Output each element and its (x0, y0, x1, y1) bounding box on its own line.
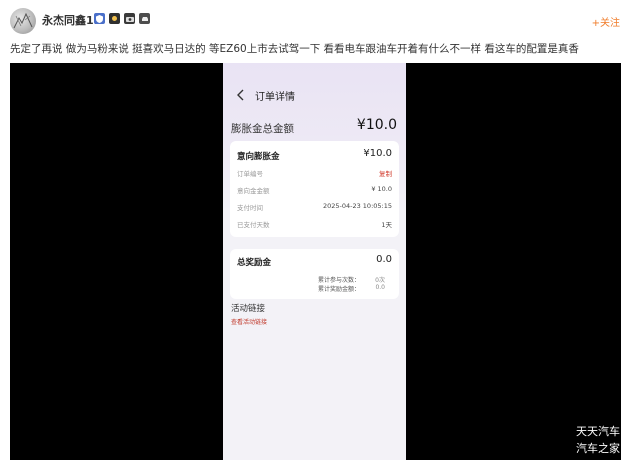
reward-title: 总奖励金 (237, 258, 272, 268)
follow-button[interactable]: +关注 (592, 14, 620, 29)
payment-time-label: 支付时间 (237, 204, 263, 212)
username[interactable]: 永杰同鑫11 (42, 12, 101, 28)
payment-time-value: 2025-04-23 10:05:15 (322, 202, 392, 210)
back-arrow-icon[interactable] (235, 87, 247, 101)
avatar[interactable] (10, 8, 36, 34)
total-amount-value: ¥10.0 (356, 117, 397, 133)
medal-badge-icon (109, 13, 120, 24)
phone-topbar: 订单详情 (223, 84, 406, 104)
car-badge-icon (139, 13, 150, 24)
page-title: 订单详情 (255, 92, 295, 103)
deposit-value: ¥10.0 (363, 148, 392, 159)
reward-value: 0.0 (376, 254, 392, 265)
paid-days-label: 已支付天数 (237, 221, 270, 229)
shield-badge-icon (94, 13, 105, 24)
reward-card: 总奖励金 0.0 累计参与次数： 0次 累计奖励金额： 0.0 (230, 249, 399, 299)
reward-amount-value: 0.0 (375, 284, 385, 291)
post-header: 永杰同鑫11 +关注 (0, 0, 630, 40)
deposit-title: 意向膨胀金 (237, 152, 280, 162)
deposit-card: 意向膨胀金 ¥10.0 订单编号 复制 意向金金额 ¥ 10.0 支付时间 20… (230, 141, 399, 237)
phone-screen: 订单详情 膨胀金总金额 ¥10.0 意向膨胀金 ¥10.0 订单编号 复制 意向… (223, 63, 406, 460)
watermark-line1: 天天汽车 (576, 425, 620, 438)
deposit-amount-value: ¥ 10.0 (371, 185, 392, 193)
participation-count-label: 累计参与次数： (318, 277, 361, 284)
reward-amount-label: 累计奖励金额： (318, 286, 361, 293)
order-number-label: 订单编号 (237, 170, 263, 178)
activity-link-title: 活动链接 (231, 304, 266, 314)
participation-count-value: 0次 (375, 277, 385, 284)
total-amount-label: 膨胀金总金额 (231, 123, 294, 135)
camera-badge-icon (124, 13, 135, 24)
paid-days-value: 1天 (381, 221, 392, 229)
activity-link[interactable]: 查看活动链接 (231, 317, 267, 326)
post-text: 先定了再说 做为马粉来说 挺喜欢马日达的 等EZ60上市去试驾一下 看看电车跟油… (10, 43, 579, 55)
copy-button[interactable]: 复制 (379, 168, 392, 178)
watermark-line2: 汽车之家 (576, 442, 620, 455)
deposit-amount-label: 意向金金额 (237, 187, 270, 195)
user-badges (94, 13, 150, 24)
